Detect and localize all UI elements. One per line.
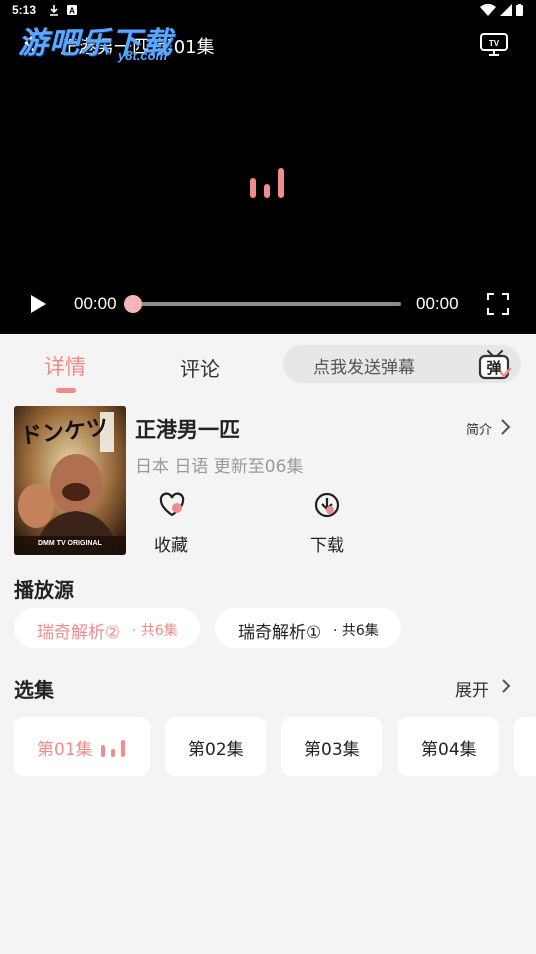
svg-text:A: A — [69, 7, 75, 16]
status-time: 5:13 — [12, 3, 37, 17]
favorite-label[interactable]: 收藏 — [154, 531, 188, 556]
progress-knob[interactable] — [124, 295, 142, 313]
show-title: 正港男一匹 — [135, 418, 240, 442]
episode-label: 第01集 — [37, 740, 93, 760]
wifi-icon — [480, 4, 496, 16]
episode-item[interactable]: 第04集 — [398, 717, 499, 776]
danmu-tv-icon[interactable]: 弹 — [477, 347, 513, 381]
battery-icon — [516, 4, 523, 16]
video-player[interactable]: 5:13 A 正港男一匹 第01集 游吧乐下载 y8t.com TV 00:00… — [0, 0, 536, 334]
play-icon[interactable] — [26, 292, 50, 316]
tab-detail[interactable]: 详情 — [44, 351, 86, 381]
episode-item-partial[interactable] — [514, 717, 536, 776]
episode-item[interactable]: 第03集 — [281, 717, 382, 776]
episode-section-title: 选集 — [14, 678, 54, 702]
episode-label: 第04集 — [421, 740, 477, 760]
danmu-icon-text: 弹 — [486, 359, 501, 377]
download-label[interactable]: 下载 — [310, 531, 344, 556]
svg-text:TV: TV — [489, 39, 500, 48]
app-status-icon: A — [67, 5, 77, 16]
download-status-icon — [50, 5, 58, 16]
signal-icon — [500, 4, 512, 16]
source-chip[interactable]: 瑞奇解析① · 共6集 — [215, 608, 401, 648]
poster-image[interactable]: ドンケツ DMM TV ORIGINAL — [14, 406, 126, 555]
loading-indicator-icon — [250, 168, 284, 198]
intro-link[interactable]: 简介 — [466, 419, 492, 438]
heart-icon[interactable] — [158, 491, 186, 519]
progress-bar[interactable] — [133, 302, 401, 306]
danmu-placeholder: 点我发送弹幕 — [313, 358, 415, 378]
source-name: 瑞奇解析① — [238, 623, 322, 643]
episode-label: 第03集 — [304, 740, 360, 760]
expand-link[interactable]: 展开 — [455, 676, 489, 701]
episode-item-active[interactable]: 第01集 — [14, 717, 150, 776]
episode-label: 第02集 — [188, 740, 244, 760]
source-section-title: 播放源 — [14, 578, 74, 602]
tab-active-indicator — [56, 388, 76, 393]
episode-item[interactable]: 第02集 — [165, 717, 266, 776]
source-count: · 共6集 — [333, 623, 379, 639]
chevron-right-icon[interactable] — [501, 678, 511, 694]
watermark-logo: 游吧乐下载 y8t.com — [18, 18, 188, 68]
show-meta: 日本 日语 更新至06集 — [135, 457, 304, 477]
watermark-sub: y8t.com — [118, 48, 168, 63]
total-time: 00:00 — [416, 294, 459, 313]
source-name: 瑞奇解析② — [37, 623, 121, 643]
download-icon[interactable] — [313, 491, 341, 519]
playing-indicator-icon — [101, 740, 125, 757]
chevron-right-icon[interactable] — [499, 418, 511, 436]
danmu-input[interactable]: 点我发送弹幕 弹 — [283, 345, 521, 383]
source-count: · 共6集 — [132, 623, 178, 639]
tab-comment[interactable]: 评论 — [180, 353, 220, 382]
fullscreen-icon[interactable] — [486, 292, 510, 316]
tv-cast-icon[interactable]: TV — [479, 31, 509, 57]
poster-sub: DMM TV ORIGINAL — [38, 540, 102, 547]
source-chip-active[interactable]: 瑞奇解析② · 共6集 — [14, 608, 200, 648]
current-time: 00:00 — [74, 294, 117, 313]
